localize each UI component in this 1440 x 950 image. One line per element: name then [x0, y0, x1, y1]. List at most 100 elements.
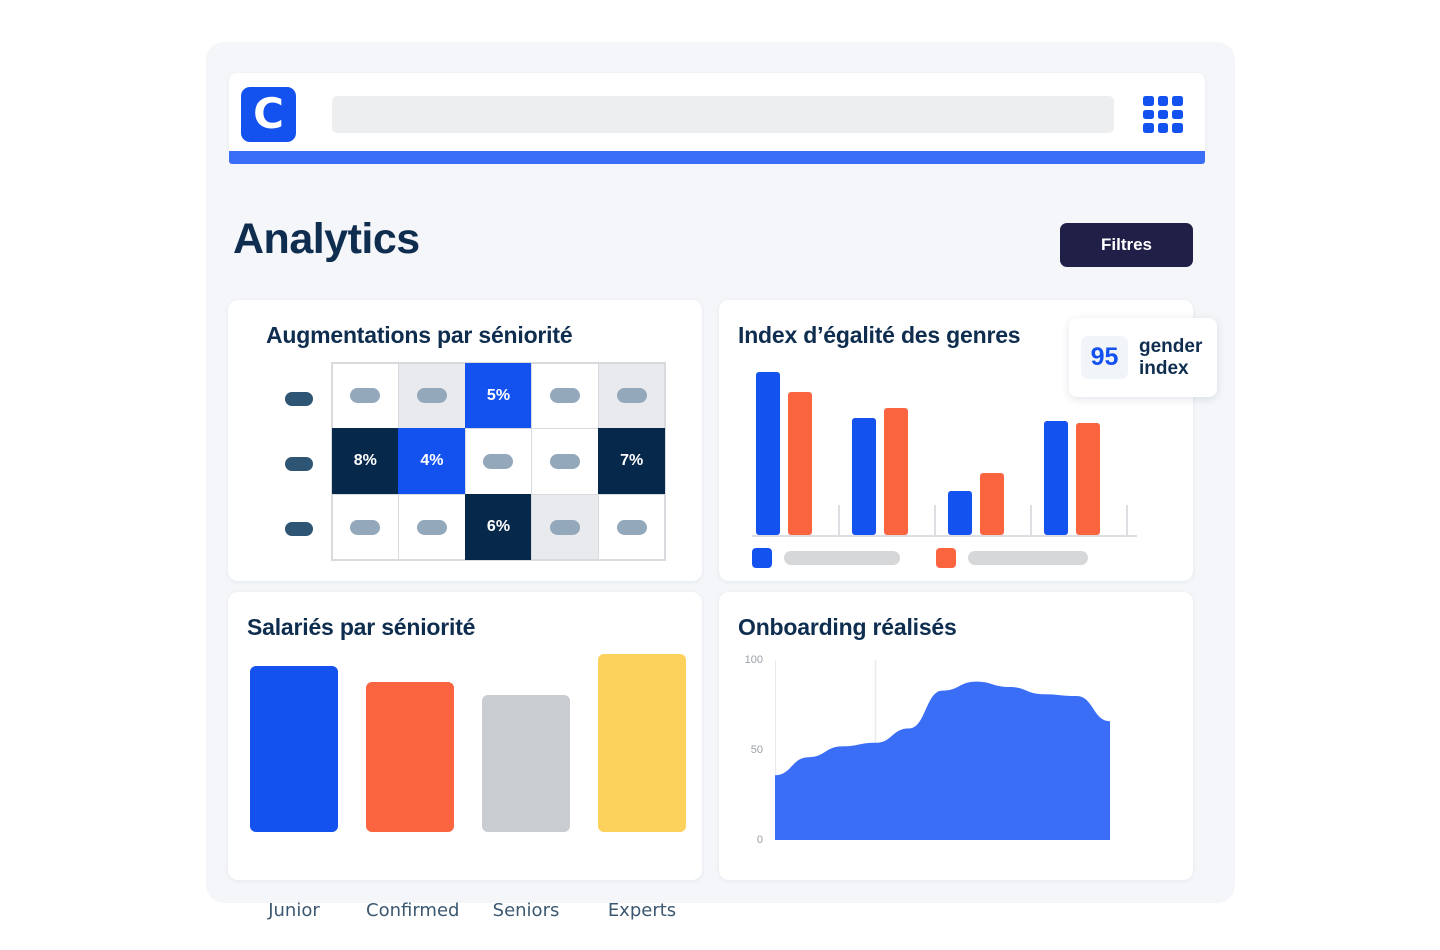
- heatmap-row-label-placeholder: [284, 456, 313, 471]
- gender-bar-g3-s1[interactable]: [948, 491, 972, 535]
- heatmap-cell-value: 6%: [486, 518, 511, 536]
- app-root: C Analytics Filtres Augmentations par sé…: [0, 0, 1440, 950]
- page-title: Analytics: [233, 215, 420, 263]
- heatmap-cell-r2-c1[interactable]: 8%: [331, 428, 400, 495]
- heatmap-cell-r3-c3[interactable]: 6%: [464, 493, 533, 561]
- card-salaries-par-seniorite: Salariés par séniorité Junior Confirmed Se…: [228, 592, 702, 921]
- grid-dot: [1143, 123, 1154, 133]
- search-input[interactable]: [332, 96, 1114, 133]
- gender-chart-tick: [934, 505, 936, 537]
- salary-bar-label-experts: Experts: [607, 900, 677, 921]
- gender-bar-g2-s2[interactable]: [884, 407, 908, 535]
- heatmap-cell-placeholder: [416, 519, 447, 535]
- heatmap-cell-placeholder: [350, 388, 381, 404]
- gender-bar-g3-s2[interactable]: [980, 473, 1004, 535]
- salary-bar-label-junior: Junior: [268, 900, 320, 921]
- onboarding-y-tick-50: 50: [750, 744, 763, 756]
- heatmap-grid: 5% 8% 4% 7% 6%: [331, 362, 666, 561]
- grid-dot: [1172, 96, 1183, 106]
- top-bar-accent-underline: [229, 151, 1205, 164]
- card-title-gender: Index d’égalité des genres: [738, 322, 1021, 348]
- gender-index-label-line2: index: [1139, 357, 1189, 379]
- heatmap-cell-r1-c2[interactable]: [398, 362, 466, 430]
- onboarding-area-path[interactable]: [775, 681, 1110, 840]
- grid-dot: [1172, 109, 1183, 120]
- gender-chart-x-axis: [752, 535, 1137, 537]
- grid-dot: [1157, 123, 1169, 133]
- filters-button[interactable]: Filtres: [1060, 223, 1193, 267]
- gender-bar-group-3: [948, 473, 1004, 535]
- gender-bar-g4-s2[interactable]: [1076, 422, 1100, 535]
- heatmap-cell-r1-c1[interactable]: [331, 362, 400, 430]
- heatmap-cell-r2-c4[interactable]: [531, 428, 599, 495]
- heatmap-cell-value: 8%: [353, 452, 377, 470]
- card-title-onboarding: Onboarding réalisés: [738, 614, 957, 640]
- onboarding-area-chart: 100 50 0: [737, 654, 1177, 854]
- heatmap-cell-r1-c3[interactable]: 5%: [464, 362, 533, 430]
- legend-swatch-orange-icon: [936, 548, 956, 568]
- gender-bar-g1-s1[interactable]: [756, 372, 780, 535]
- gender-bar-g1-s2[interactable]: [788, 391, 812, 535]
- gender-bar-g2-s1[interactable]: [852, 417, 876, 535]
- legend-swatch-blue-icon: [752, 548, 772, 568]
- heatmap-cell-placeholder: [416, 388, 447, 404]
- salary-bar-label-confirmed: Confirmed: [366, 900, 460, 921]
- heatmap-cell-placeholder: [550, 388, 581, 404]
- heatmap-row-label-placeholder: [284, 522, 313, 537]
- heatmap-cell-placeholder: [550, 453, 581, 469]
- legend-label-placeholder: [784, 551, 900, 565]
- salary-bar-column-1: [250, 666, 338, 832]
- onboarding-y-tick-100: 100: [744, 654, 763, 666]
- heatmap-cell-r2-c2[interactable]: 4%: [398, 428, 466, 495]
- heatmap-cell-r2-c5[interactable]: 7%: [597, 428, 666, 495]
- card-augmentations-par-seniorite: Augmentations par séniorité 5% 8% 4% 7% 6%: [228, 300, 702, 581]
- grid-dot: [1143, 96, 1154, 106]
- heatmap-cell-r3-c4[interactable]: [531, 493, 599, 561]
- grid-dot: [1143, 109, 1154, 120]
- salary-bar-experts[interactable]: [598, 654, 686, 832]
- heatmap-cell-placeholder: [550, 519, 581, 535]
- card-title-salary: Salariés par séniorité: [247, 614, 476, 640]
- gender-index-score: 95: [1081, 336, 1128, 379]
- grid-apps-icon[interactable]: [1143, 96, 1183, 133]
- grid-dot: [1157, 96, 1169, 106]
- gender-bar-group-2: [852, 407, 908, 535]
- heatmap-cell-r3-c1[interactable]: [331, 493, 400, 561]
- heatmap-cell-placeholder: [616, 388, 647, 404]
- gender-chart-tick: [1030, 505, 1032, 537]
- card-onboarding-realises: Onboarding réalisés 100 50 0: [719, 592, 1193, 880]
- salary-bar-column-4: [598, 654, 686, 832]
- onboarding-y-tick-0: 0: [756, 834, 763, 846]
- heatmap-cell-value: 7%: [620, 452, 644, 470]
- gender-chart-legend: [752, 548, 1088, 568]
- gender-index-label-line1: gender: [1139, 335, 1203, 357]
- heatmap-cell-r1-c4[interactable]: [531, 362, 599, 430]
- salary-bar-chart: Junior Confirmed Seniors Experts: [250, 652, 690, 921]
- heatmap-cell-r2-c3[interactable]: [464, 428, 533, 495]
- heatmap-cell-r1-c5[interactable]: [597, 362, 666, 430]
- salary-bar-label-seniors: Seniors: [492, 900, 560, 921]
- salary-bar-column-2: [366, 682, 454, 832]
- heatmap-cell-value: 4%: [420, 452, 444, 470]
- heatmap-cell-r3-c2[interactable]: [398, 493, 466, 561]
- salary-bar-seniors[interactable]: [482, 694, 570, 832]
- app-logo-icon[interactable]: C: [241, 87, 296, 142]
- gender-chart-tick: [1126, 505, 1128, 537]
- grid-dot: [1157, 109, 1169, 120]
- heatmap-row-labels: [276, 366, 321, 562]
- heatmap-row-label-placeholder: [284, 391, 313, 406]
- salary-bar-confirmed[interactable]: [366, 682, 454, 832]
- gender-chart-tick: [838, 505, 840, 537]
- heatmap-cell-placeholder: [616, 519, 647, 535]
- grid-dot: [1172, 123, 1183, 133]
- gender-bar-group-4: [1044, 420, 1100, 535]
- heatmap-cell-r3-c5[interactable]: [597, 493, 666, 561]
- heatmap-cell-value: 5%: [486, 386, 511, 404]
- gender-index-label: gender index: [1139, 336, 1202, 380]
- salary-bar-junior[interactable]: [250, 666, 338, 832]
- gender-bar-g4-s1[interactable]: [1044, 420, 1068, 535]
- onboarding-area-svg: [775, 660, 1110, 840]
- heatmap-cell-placeholder: [483, 453, 514, 469]
- card-title-heatmap: Augmentations par séniorité: [266, 322, 573, 348]
- heatmap-cell-placeholder: [350, 519, 381, 535]
